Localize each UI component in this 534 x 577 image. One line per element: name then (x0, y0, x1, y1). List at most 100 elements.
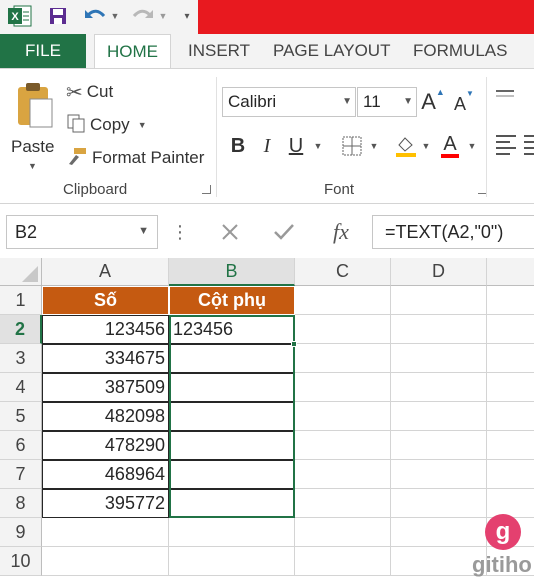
cell-e8[interactable] (487, 489, 534, 518)
underline-button[interactable]: U (284, 131, 308, 161)
cell-b4[interactable] (169, 373, 295, 402)
insert-function-button[interactable]: fx (318, 215, 364, 249)
cell-d4[interactable] (391, 373, 487, 402)
format-painter-button[interactable]: Format Painter (66, 145, 204, 171)
redo-dropdown-icon[interactable]: ▼ (158, 4, 168, 28)
cell-e5[interactable] (487, 402, 534, 431)
cell-e3[interactable] (487, 344, 534, 373)
align-top-icon[interactable] (494, 89, 516, 108)
cell-e1[interactable] (487, 286, 534, 315)
row-header-3[interactable]: 3 (0, 344, 42, 373)
shrink-font-button[interactable]: A ▼ (454, 89, 474, 119)
worksheet-grid[interactable]: A B C D E 1SốCột phụ21234561234563334675… (0, 258, 534, 577)
font-color-dropdown-icon[interactable]: ▼ (466, 131, 478, 161)
cell-b1[interactable]: Cột phụ (169, 286, 295, 315)
cell-d8[interactable] (391, 489, 487, 518)
cell-d2[interactable] (391, 315, 487, 344)
row-header-2[interactable]: 2 (0, 315, 42, 344)
name-box[interactable]: B2 ▼ (6, 215, 158, 249)
enter-icon[interactable] (264, 215, 304, 249)
font-name-select[interactable]: Calibri ▼ (222, 87, 356, 117)
name-box-dropdown-icon[interactable]: ▼ (138, 225, 149, 237)
cell-c7[interactable] (295, 460, 391, 489)
column-header-d[interactable]: D (391, 258, 487, 286)
cell-c2[interactable] (295, 315, 391, 344)
tab-page-layout[interactable]: PAGE LAYOUT (273, 34, 390, 68)
column-header-c[interactable]: C (295, 258, 391, 286)
font-color-button[interactable]: A (438, 131, 462, 161)
row-header-9[interactable]: 9 (0, 518, 42, 547)
cell-e7[interactable] (487, 460, 534, 489)
bold-button[interactable]: B (226, 131, 250, 161)
italic-button[interactable]: I (256, 131, 278, 161)
row-header-5[interactable]: 5 (0, 402, 42, 431)
more-options-icon[interactable]: ⋮ (171, 215, 189, 249)
cell-a10[interactable] (42, 547, 169, 576)
cell-a8[interactable]: 395772 (42, 489, 169, 518)
tab-file[interactable]: FILE (0, 34, 86, 68)
row-header-4[interactable]: 4 (0, 373, 42, 402)
cell-d7[interactable] (391, 460, 487, 489)
borders-button[interactable] (338, 131, 366, 161)
cell-b6[interactable] (169, 431, 295, 460)
cell-b3[interactable] (169, 344, 295, 373)
cell-b8[interactable] (169, 489, 295, 518)
column-header-e[interactable]: E (487, 258, 534, 286)
formula-input[interactable]: =TEXT(A2,"0") (372, 215, 534, 249)
cell-c8[interactable] (295, 489, 391, 518)
cell-c10[interactable] (295, 547, 391, 576)
row-header-6[interactable]: 6 (0, 431, 42, 460)
row-header-10[interactable]: 10 (0, 547, 42, 576)
cell-a1[interactable]: Số (42, 286, 169, 315)
cell-e2[interactable] (487, 315, 534, 344)
undo-icon[interactable] (82, 4, 108, 28)
tab-home[interactable]: HOME (94, 34, 171, 69)
cell-c1[interactable] (295, 286, 391, 315)
fill-color-dropdown-icon[interactable]: ▼ (420, 131, 432, 161)
cell-b5[interactable] (169, 402, 295, 431)
column-header-a[interactable]: A (42, 258, 169, 286)
cancel-icon[interactable] (210, 215, 250, 249)
align-center-icon[interactable] (522, 133, 534, 164)
font-size-select[interactable]: 11 ▼ (357, 87, 417, 117)
cell-c9[interactable] (295, 518, 391, 547)
undo-dropdown-icon[interactable]: ▼ (110, 4, 120, 28)
cell-b10[interactable] (169, 547, 295, 576)
paste-button[interactable]: Paste ▼ (8, 77, 58, 177)
copy-button[interactable]: Copy ▼ (66, 112, 147, 138)
cell-d3[interactable] (391, 344, 487, 373)
save-icon[interactable] (44, 4, 72, 28)
cell-a3[interactable]: 334675 (42, 344, 169, 373)
underline-dropdown-icon[interactable]: ▼ (312, 131, 324, 161)
select-all-button[interactable] (0, 258, 42, 286)
cell-d9[interactable] (391, 518, 487, 547)
cell-a2[interactable]: 123456 (42, 315, 169, 344)
align-text-icon[interactable] (494, 133, 518, 164)
cell-a7[interactable]: 468964 (42, 460, 169, 489)
fill-color-button[interactable] (392, 131, 420, 161)
grow-font-button[interactable]: A ▲ (421, 87, 445, 117)
customize-icon[interactable]: ▾ (180, 4, 194, 28)
cell-c3[interactable] (295, 344, 391, 373)
cell-b7[interactable] (169, 460, 295, 489)
cell-e4[interactable] (487, 373, 534, 402)
row-header-1[interactable]: 1 (0, 286, 42, 315)
cell-e6[interactable] (487, 431, 534, 460)
redo-icon[interactable] (130, 4, 156, 28)
cell-a4[interactable]: 387509 (42, 373, 169, 402)
cell-d1[interactable] (391, 286, 487, 315)
cell-b2[interactable]: 123456 (169, 315, 295, 344)
tab-insert[interactable]: INSERT (188, 34, 250, 68)
cell-a5[interactable]: 482098 (42, 402, 169, 431)
column-header-b[interactable]: B (169, 258, 295, 286)
cell-c4[interactable] (295, 373, 391, 402)
cell-c6[interactable] (295, 431, 391, 460)
row-header-7[interactable]: 7 (0, 460, 42, 489)
cell-d6[interactable] (391, 431, 487, 460)
tab-formulas[interactable]: FORMULAS (413, 34, 507, 68)
row-header-8[interactable]: 8 (0, 489, 42, 518)
cut-button[interactable]: ✂ Cut (66, 79, 113, 105)
cell-a6[interactable]: 478290 (42, 431, 169, 460)
cell-b9[interactable] (169, 518, 295, 547)
cell-a9[interactable] (42, 518, 169, 547)
